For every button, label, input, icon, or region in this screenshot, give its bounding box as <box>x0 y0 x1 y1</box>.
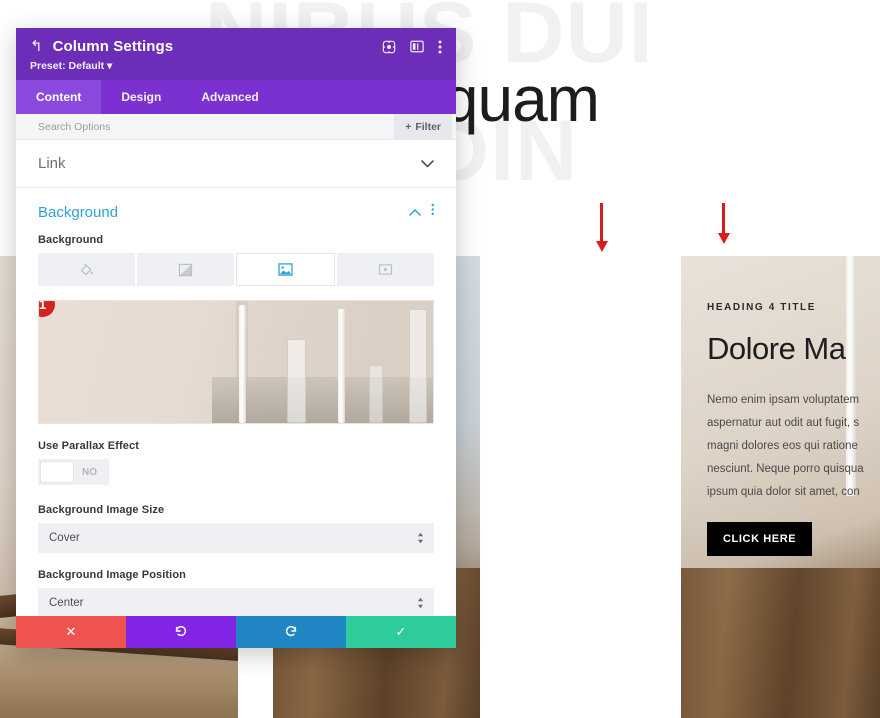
image-size-select[interactable]: Cover <box>38 523 434 553</box>
close-x-icon: ✕ <box>65 624 77 639</box>
parallax-field: Use Parallax Effect NO <box>16 440 456 488</box>
image-size-field: Background Image Size Cover <box>16 504 456 553</box>
step-badge-1: 1 <box>39 301 55 317</box>
accordion-link[interactable]: Link <box>16 140 456 188</box>
back-arrow-icon[interactable]: ↰ <box>30 39 43 54</box>
filter-button[interactable]: + Filter <box>394 114 452 139</box>
background-type-field: Background <box>16 234 456 286</box>
column-3-wood-surface <box>681 568 880 718</box>
save-button[interactable]: ✓ <box>346 616 456 648</box>
accordion-link-label: Link <box>38 155 66 172</box>
column-3-cta-button[interactable]: CLICK HERE <box>707 522 813 556</box>
image-size-value: Cover <box>49 532 80 544</box>
column-3-body: Nemo enim ipsam voluptatem aspernatur au… <box>707 394 864 498</box>
background-color-tab[interactable] <box>38 253 135 286</box>
annotation-arrow-2 <box>722 203 725 235</box>
background-type-tabs <box>38 253 434 286</box>
kebab-menu-icon[interactable] <box>438 40 442 54</box>
background-field-label: Background <box>38 234 104 246</box>
section-background-header[interactable]: Background <box>16 188 456 234</box>
cancel-button[interactable]: ✕ <box>16 616 126 648</box>
modal-footer: ✕ ✓ <box>16 616 456 648</box>
parallax-toggle-knob <box>40 461 74 483</box>
preset-caret-icon: ▾ <box>107 60 113 72</box>
chevron-up-icon[interactable] <box>408 203 421 221</box>
annotation-arrow-1 <box>600 203 603 243</box>
filter-label: Filter <box>415 120 441 133</box>
undo-button[interactable] <box>126 616 236 648</box>
image-position-select[interactable]: Center <box>38 588 434 616</box>
preview-bottle-2 <box>409 309 427 423</box>
column-settings-modal: ↰ Column Settings Preset: Default ▾ Cont… <box>16 28 456 648</box>
redo-button[interactable] <box>236 616 346 648</box>
layout-split-icon[interactable] <box>410 40 424 53</box>
parallax-toggle-value: NO <box>82 466 97 478</box>
section-background-label: Background <box>38 203 119 221</box>
image-position-label: Background Image Position <box>38 569 186 581</box>
parallax-toggle[interactable]: NO <box>38 459 109 485</box>
search-input[interactable]: Search Options <box>38 121 394 133</box>
plus-icon: + <box>405 120 412 133</box>
preview-bottle-1 <box>287 339 306 423</box>
settings-scroll-area[interactable]: Link Background Background 1 Use Paralla… <box>16 140 456 616</box>
tab-content[interactable]: Content <box>16 80 102 114</box>
modal-header: ↰ Column Settings Preset: Default ▾ <box>16 28 456 80</box>
preview-candle-2 <box>338 309 345 423</box>
background-image-tab[interactable] <box>236 253 335 286</box>
section-kebab-menu-icon[interactable] <box>431 203 435 221</box>
background-video-tab[interactable] <box>337 253 434 286</box>
column-3-title: Dolore Ma <box>707 331 846 366</box>
image-position-field: Background Image Position Center <box>16 569 456 616</box>
chevron-down-icon <box>421 157 434 171</box>
background-gradient-tab[interactable] <box>137 253 234 286</box>
redo-icon <box>284 624 298 641</box>
parallax-label: Use Parallax Effect <box>38 440 139 452</box>
background-image-preview[interactable]: 1 <box>38 300 434 424</box>
spinner-arrows-icon-2 <box>417 597 424 609</box>
preset-label: Preset: Default <box>30 60 105 72</box>
website-column-3[interactable]: HEADING 4 TITLE Dolore Ma Nemo enim ipsa… <box>681 256 880 718</box>
preview-bottle-3 <box>369 365 383 423</box>
modal-title: Column Settings <box>52 38 174 55</box>
tab-advanced[interactable]: Advanced <box>181 80 278 114</box>
column-3-text-block: HEADING 4 TITLE Dolore Ma Nemo enim ipsa… <box>707 302 870 556</box>
image-position-value: Center <box>49 597 84 609</box>
preset-selector[interactable]: Preset: Default ▾ <box>30 60 442 72</box>
spinner-arrows-icon <box>417 532 424 544</box>
search-bar: Search Options + Filter <box>16 114 456 140</box>
check-icon: ✓ <box>395 624 407 639</box>
target-focus-icon[interactable] <box>382 40 396 54</box>
preview-candle-1 <box>239 305 246 423</box>
image-size-label: Background Image Size <box>38 504 165 516</box>
column-3-eyebrow: HEADING 4 TITLE <box>707 302 817 313</box>
undo-icon <box>174 624 188 641</box>
tab-design[interactable]: Design <box>101 80 181 114</box>
modal-tabs: Content Design Advanced <box>16 80 456 114</box>
